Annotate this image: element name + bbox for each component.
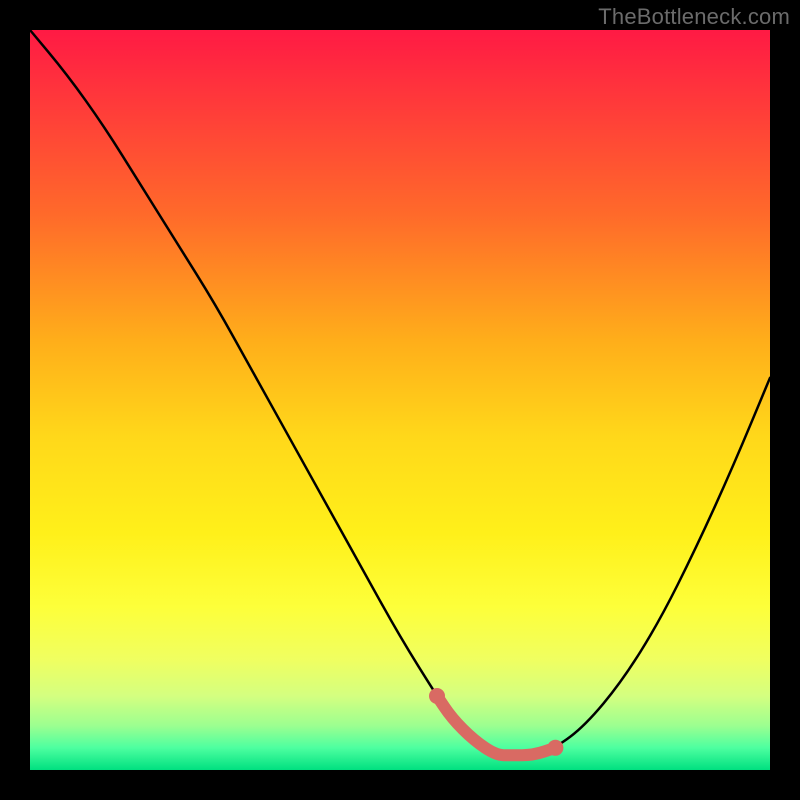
highlight-dot: [547, 740, 563, 756]
chart-frame: TheBottleneck.com: [0, 0, 800, 800]
watermark-text: TheBottleneck.com: [598, 4, 790, 30]
highlight-dot: [429, 688, 445, 704]
bottleneck-curve: [30, 30, 770, 755]
curve-svg: [30, 30, 770, 770]
plot-area: [30, 30, 770, 770]
highlight-segment: [437, 696, 555, 755]
